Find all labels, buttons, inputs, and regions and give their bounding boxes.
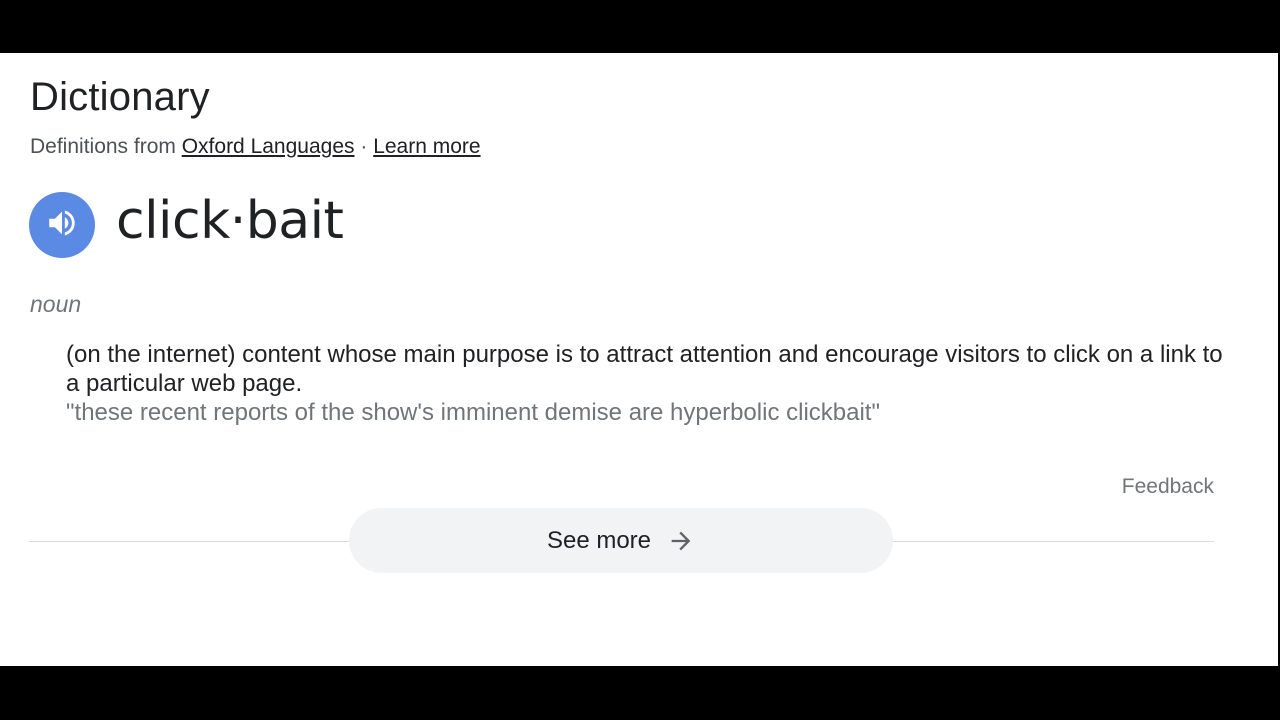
see-more-label: See more (546, 526, 652, 554)
definitions-source: Definitions from Oxford Languages · Lear… (30, 135, 481, 159)
learn-more-link[interactable]: Learn more (373, 135, 480, 158)
definition-text: (on the internet) content whose main pur… (66, 341, 1223, 397)
divider-left (29, 541, 351, 542)
speaker-icon (45, 206, 79, 245)
dictionary-panel: Dictionary Definitions from Oxford Langu… (0, 53, 1278, 666)
see-more-button[interactable]: See more (349, 508, 893, 573)
divider-right (892, 541, 1214, 542)
headword: click·bait (116, 191, 344, 251)
arrow-right-icon (667, 527, 695, 555)
letterbox-bottom (0, 666, 1280, 720)
example-sentence: "these recent reports of the show's immi… (66, 399, 880, 426)
part-of-speech: noun (30, 291, 82, 317)
dictionary-heading: Dictionary (30, 75, 210, 119)
oxford-languages-link[interactable]: Oxford Languages (182, 135, 355, 158)
source-separator: · (354, 135, 374, 158)
feedback-link[interactable]: Feedback (1122, 475, 1214, 499)
pronounce-button[interactable] (29, 192, 95, 258)
source-prefix: Definitions from (30, 135, 182, 158)
letterbox-top (0, 0, 1280, 53)
